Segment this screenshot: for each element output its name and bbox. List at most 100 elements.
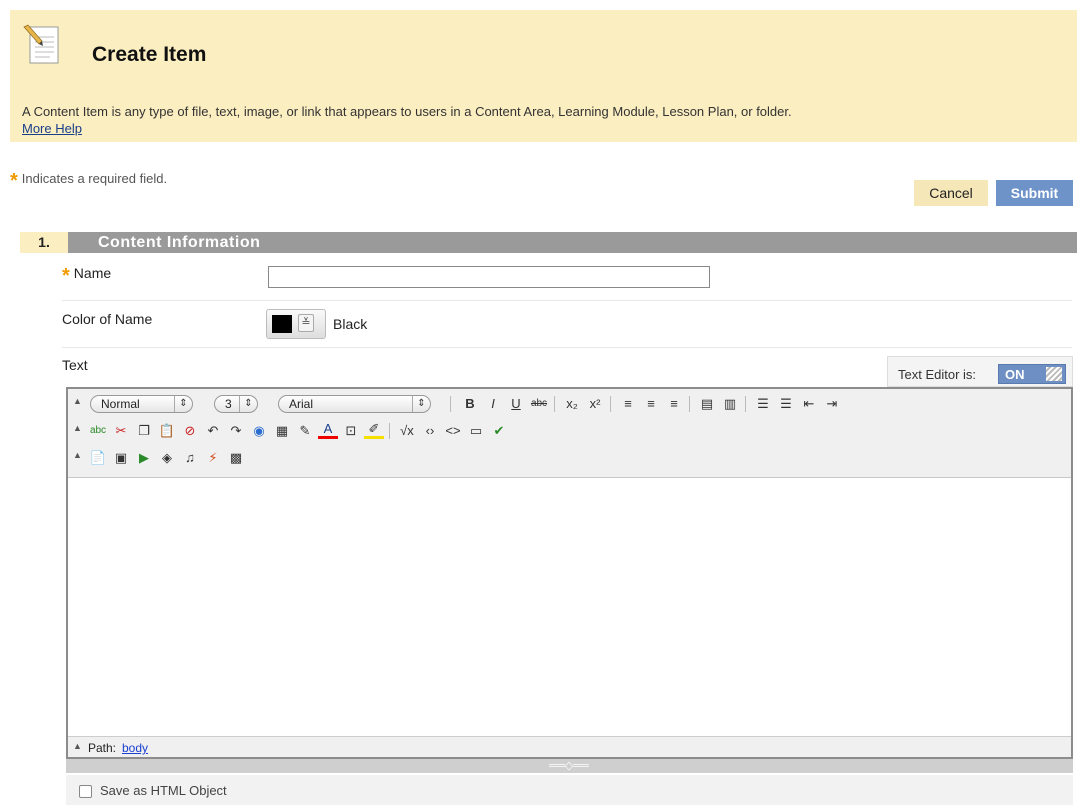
toolbar-separator	[689, 396, 690, 412]
updown-arrow-icon: ⇕	[239, 396, 257, 412]
required-star-icon: *	[62, 265, 70, 287]
name-input[interactable]	[268, 266, 710, 288]
indent-icon[interactable]: ⇥	[822, 394, 842, 414]
toolbar-separator	[450, 396, 451, 412]
color-picker-button[interactable]: ≚	[266, 309, 326, 339]
toolbar-separator	[610, 396, 611, 412]
embed-icon[interactable]: ⊡	[341, 421, 361, 441]
submit-button[interactable]: Submit	[996, 180, 1073, 206]
required-field-note: * Indicates a required field.	[10, 170, 167, 193]
outdent-icon[interactable]: ⇤	[799, 394, 819, 414]
editor-path-bar: ▲ Path: body	[68, 736, 1071, 757]
more-help-link[interactable]: More Help	[22, 121, 82, 136]
font-size-select[interactable]: 3 ⇕	[214, 395, 258, 413]
toggle-label: Text Editor is:	[898, 367, 977, 382]
math-icon[interactable]: √x	[397, 421, 417, 441]
name-label: * Name	[62, 265, 111, 288]
superscript-icon[interactable]: x²	[585, 394, 605, 414]
cancel-button[interactable]: Cancel	[914, 180, 988, 206]
paste-icon[interactable]: 📋	[157, 421, 177, 441]
insert-media-icon[interactable]: ▶	[134, 448, 154, 468]
underline-icon[interactable]: U	[506, 394, 526, 414]
text-color-icon[interactable]: A	[318, 421, 338, 439]
color-value: Black	[333, 316, 368, 332]
toolbar-separator	[554, 396, 555, 412]
numbered-list-icon[interactable]: ☰	[753, 394, 773, 414]
fullscreen-icon[interactable]: ▭	[466, 421, 486, 441]
font-family-value: Arial	[289, 397, 314, 411]
resize-grip-icon: ══◇══	[549, 760, 589, 772]
required-star-icon: *	[10, 170, 18, 192]
pencil-icon[interactable]: ✎	[295, 421, 315, 441]
font-size-value: 3	[225, 397, 232, 411]
collapse-row-icon[interactable]: ▲	[73, 423, 82, 433]
collapse-row-icon[interactable]: ▲	[73, 396, 82, 406]
name-label-text: Name	[73, 265, 112, 281]
subscript-icon[interactable]: x₂	[562, 394, 582, 414]
section-header: 1. Content Information	[20, 232, 1077, 253]
toolbar-separator	[389, 423, 390, 439]
text-editor-toggle[interactable]: ON	[998, 364, 1066, 384]
html-view-icon[interactable]: ‹›	[420, 421, 440, 441]
row-divider	[62, 300, 1072, 301]
strikethrough-icon[interactable]: abc	[529, 394, 549, 414]
editor-resize-handle[interactable]: ══◇══	[66, 759, 1073, 773]
toolbar-row-3: ▲ 📄 ▣ ▶ ◈ ♫ ⚡ ▩	[68, 446, 1071, 470]
toggle-grip-icon	[1046, 367, 1062, 381]
copy-document-icon[interactable]: ▤	[697, 394, 717, 414]
link-globe-icon[interactable]: ◉	[249, 421, 269, 441]
toolbar-row-2: ▲ abc ✂ ❐ 📋 ⊘ ↶ ↷ ◉ ▦ ✎ A ⊡ ✐ √x ‹› <> ▭ ✔	[68, 419, 1071, 443]
save-as-html-checkbox[interactable]	[79, 785, 92, 798]
attach-file-icon[interactable]: 📄	[88, 448, 108, 468]
bold-icon[interactable]: B	[460, 394, 480, 414]
unlink-icon[interactable]: ⊘	[180, 421, 200, 441]
insert-quicktime-icon[interactable]: ◈	[157, 448, 177, 468]
format-value: Normal	[101, 397, 140, 411]
redo-icon[interactable]: ↷	[226, 421, 246, 441]
format-select[interactable]: Normal ⇕	[90, 395, 193, 413]
required-note-text: Indicates a required field.	[21, 171, 168, 186]
collapse-path-icon[interactable]: ▲	[73, 741, 82, 751]
text-editor: ▲ Normal ⇕ 3 ⇕ Arial ⇕ B I Uabc x₂ x² ≡ ≡ ≡ ▤ ▥ ☰ ☰…	[66, 387, 1073, 759]
editor-toolbar: ▲ Normal ⇕ 3 ⇕ Arial ⇕ B I Uabc x₂ x² ≡ ≡ ≡ ▤ ▥ ☰ ☰…	[68, 389, 1071, 478]
align-right-icon[interactable]: ≡	[664, 394, 684, 414]
path-label: Path:	[88, 741, 117, 755]
page-description: A Content Item is any type of file, text…	[22, 104, 792, 119]
insert-flash-icon[interactable]: ⚡	[203, 448, 223, 468]
path-body-link[interactable]: body	[122, 741, 148, 755]
text-label: Text	[62, 357, 88, 373]
color-swatch	[272, 315, 292, 333]
copy-icon[interactable]: ❐	[134, 421, 154, 441]
chevron-down-icon: ≚	[298, 314, 314, 332]
insert-image-icon[interactable]: ▣	[111, 448, 131, 468]
document-pencil-icon	[23, 24, 59, 64]
table-icon[interactable]: ▦	[272, 421, 292, 441]
toggle-state: ON	[1005, 367, 1025, 382]
paste-document-icon[interactable]: ▥	[720, 394, 740, 414]
source-code-icon[interactable]: <>	[443, 421, 463, 441]
bullet-list-icon[interactable]: ☰	[776, 394, 796, 414]
editor-content-area[interactable]	[68, 478, 1071, 736]
italic-icon[interactable]: I	[483, 394, 503, 414]
cut-icon[interactable]: ✂	[111, 421, 131, 441]
align-left-icon[interactable]: ≡	[618, 394, 638, 414]
font-family-select[interactable]: Arial ⇕	[278, 395, 431, 413]
collapse-row-icon[interactable]: ▲	[73, 450, 82, 460]
section-number: 1.	[20, 232, 68, 253]
updown-arrow-icon: ⇕	[174, 396, 192, 412]
page-header: Create Item A Content Item is any type o…	[10, 10, 1077, 142]
preview-icon[interactable]: ✔	[489, 421, 509, 441]
updown-arrow-icon: ⇕	[412, 396, 430, 412]
highlight-icon[interactable]: ✐	[364, 421, 384, 439]
color-label: Color of Name	[62, 311, 153, 327]
text-editor-toggle-panel: Text Editor is: ON	[887, 356, 1073, 387]
spellcheck-icon[interactable]: abc	[88, 421, 108, 441]
mashup-icon[interactable]: ▩	[226, 448, 246, 468]
section-title: Content Information	[98, 234, 261, 251]
toolbar-separator	[745, 396, 746, 412]
align-center-icon[interactable]: ≡	[641, 394, 661, 414]
page-title: Create Item	[92, 43, 207, 66]
undo-icon[interactable]: ↶	[203, 421, 223, 441]
insert-audio-icon[interactable]: ♫	[180, 448, 200, 468]
html-object-option: Save as HTML Object	[66, 775, 1073, 805]
